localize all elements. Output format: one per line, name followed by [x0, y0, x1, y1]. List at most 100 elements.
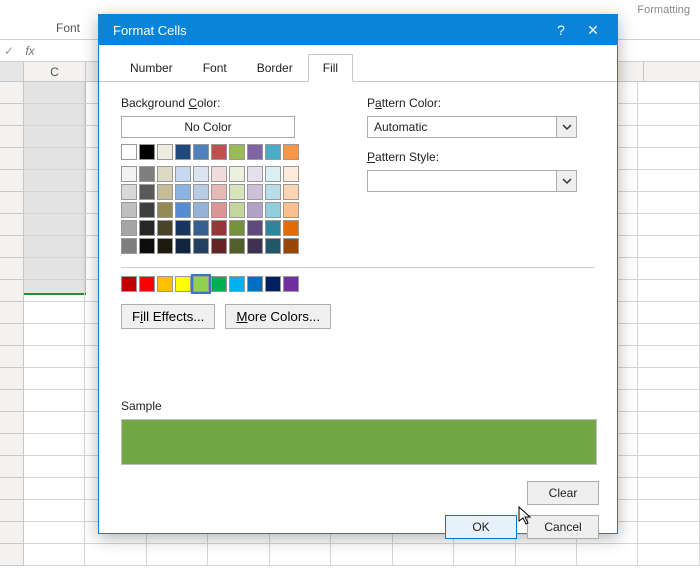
color-swatch[interactable] — [265, 238, 281, 254]
pattern-color-value: Automatic — [368, 120, 556, 134]
color-swatch[interactable] — [247, 184, 263, 200]
color-swatch[interactable] — [139, 202, 155, 218]
color-swatch[interactable] — [247, 202, 263, 218]
color-swatch[interactable] — [229, 202, 245, 218]
color-swatch[interactable] — [121, 184, 137, 200]
sample-label: Sample — [121, 399, 595, 413]
color-swatch[interactable] — [157, 184, 173, 200]
format-cells-dialog: Format Cells ? ✕ Number Font Border Fill… — [98, 14, 618, 534]
color-swatch[interactable] — [283, 238, 299, 254]
color-swatch[interactable] — [283, 144, 299, 160]
color-swatch[interactable] — [211, 238, 227, 254]
color-swatch[interactable] — [229, 238, 245, 254]
color-swatch[interactable] — [139, 184, 155, 200]
color-swatch[interactable] — [121, 166, 137, 182]
color-swatch[interactable] — [283, 184, 299, 200]
color-swatch[interactable] — [193, 184, 209, 200]
color-swatch[interactable] — [283, 166, 299, 182]
color-swatch[interactable] — [121, 202, 137, 218]
color-swatch[interactable] — [121, 238, 137, 254]
color-swatch[interactable] — [265, 166, 281, 182]
color-swatch[interactable] — [211, 184, 227, 200]
formula-accept-icon[interactable]: ✓ — [0, 44, 18, 58]
pattern-color-label: Pattern Color: — [367, 96, 577, 110]
more-colors-button[interactable]: More Colors... — [225, 304, 331, 329]
color-swatch[interactable] — [211, 202, 227, 218]
color-swatch[interactable] — [247, 238, 263, 254]
clear-button[interactable]: Clear — [527, 481, 599, 505]
chevron-down-icon[interactable] — [556, 117, 576, 137]
color-swatch[interactable] — [193, 202, 209, 218]
color-swatch[interactable] — [157, 166, 173, 182]
color-swatch[interactable] — [265, 202, 281, 218]
fx-label[interactable]: fx — [18, 44, 42, 58]
tab-fill[interactable]: Fill — [308, 54, 353, 82]
pattern-color-combo[interactable]: Automatic — [367, 116, 577, 138]
tab-number[interactable]: Number — [115, 54, 188, 82]
color-swatch[interactable] — [175, 144, 191, 160]
color-swatch[interactable] — [283, 220, 299, 236]
color-swatch[interactable] — [139, 166, 155, 182]
color-swatch[interactable] — [283, 202, 299, 218]
color-swatch[interactable] — [211, 144, 227, 160]
color-swatch[interactable] — [139, 144, 155, 160]
pattern-style-combo[interactable] — [367, 170, 577, 192]
color-swatch[interactable] — [247, 144, 263, 160]
color-swatch[interactable] — [175, 276, 191, 292]
color-swatch[interactable] — [157, 220, 173, 236]
color-swatch[interactable] — [193, 276, 209, 292]
color-swatch[interactable] — [175, 220, 191, 236]
color-swatch[interactable] — [139, 238, 155, 254]
color-swatch[interactable] — [265, 144, 281, 160]
color-swatch[interactable] — [193, 144, 209, 160]
color-swatch[interactable] — [121, 220, 137, 236]
color-swatch[interactable] — [265, 276, 281, 292]
color-swatch[interactable] — [229, 144, 245, 160]
chevron-down-icon[interactable] — [556, 171, 576, 191]
dialog-tabs: Number Font Border Fill — [99, 45, 617, 82]
color-swatch[interactable] — [211, 166, 227, 182]
color-swatch[interactable] — [175, 238, 191, 254]
color-swatch[interactable] — [193, 220, 209, 236]
color-swatch[interactable] — [175, 202, 191, 218]
color-swatch[interactable] — [175, 184, 191, 200]
color-swatch[interactable] — [157, 276, 173, 292]
theme-color-grid — [121, 166, 301, 254]
color-swatch[interactable] — [193, 166, 209, 182]
dialog-title: Format Cells — [107, 23, 545, 38]
color-swatch[interactable] — [229, 184, 245, 200]
color-swatch[interactable] — [139, 220, 155, 236]
close-button[interactable]: ✕ — [577, 15, 609, 45]
color-swatch[interactable] — [229, 166, 245, 182]
color-swatch[interactable] — [157, 202, 173, 218]
color-swatch[interactable] — [265, 184, 281, 200]
color-swatch[interactable] — [211, 276, 227, 292]
dialog-titlebar[interactable]: Format Cells ? ✕ — [99, 15, 617, 45]
sample-preview — [121, 419, 597, 465]
cancel-button[interactable]: Cancel — [527, 515, 599, 539]
color-swatch[interactable] — [157, 144, 173, 160]
color-swatch[interactable] — [247, 220, 263, 236]
color-swatch[interactable] — [193, 238, 209, 254]
color-swatch[interactable] — [265, 220, 281, 236]
color-swatch[interactable] — [211, 220, 227, 236]
color-swatch[interactable] — [139, 276, 155, 292]
color-swatch[interactable] — [229, 220, 245, 236]
color-swatch[interactable] — [121, 144, 137, 160]
color-swatch[interactable] — [175, 166, 191, 182]
tab-border[interactable]: Border — [242, 54, 308, 82]
color-swatch[interactable] — [283, 276, 299, 292]
color-swatch[interactable] — [247, 276, 263, 292]
color-swatch[interactable] — [157, 238, 173, 254]
tab-font[interactable]: Font — [188, 54, 242, 82]
no-color-button[interactable]: No Color — [121, 116, 295, 138]
pattern-style-label: Pattern Style: — [367, 150, 577, 164]
col-header[interactable]: C — [24, 62, 86, 81]
help-button[interactable]: ? — [545, 15, 577, 45]
color-swatch[interactable] — [247, 166, 263, 182]
fill-effects-button[interactable]: Fill Effects... — [121, 304, 215, 329]
standard-colors-row — [121, 276, 301, 292]
color-swatch[interactable] — [121, 276, 137, 292]
ok-button[interactable]: OK — [445, 515, 517, 539]
color-swatch[interactable] — [229, 276, 245, 292]
